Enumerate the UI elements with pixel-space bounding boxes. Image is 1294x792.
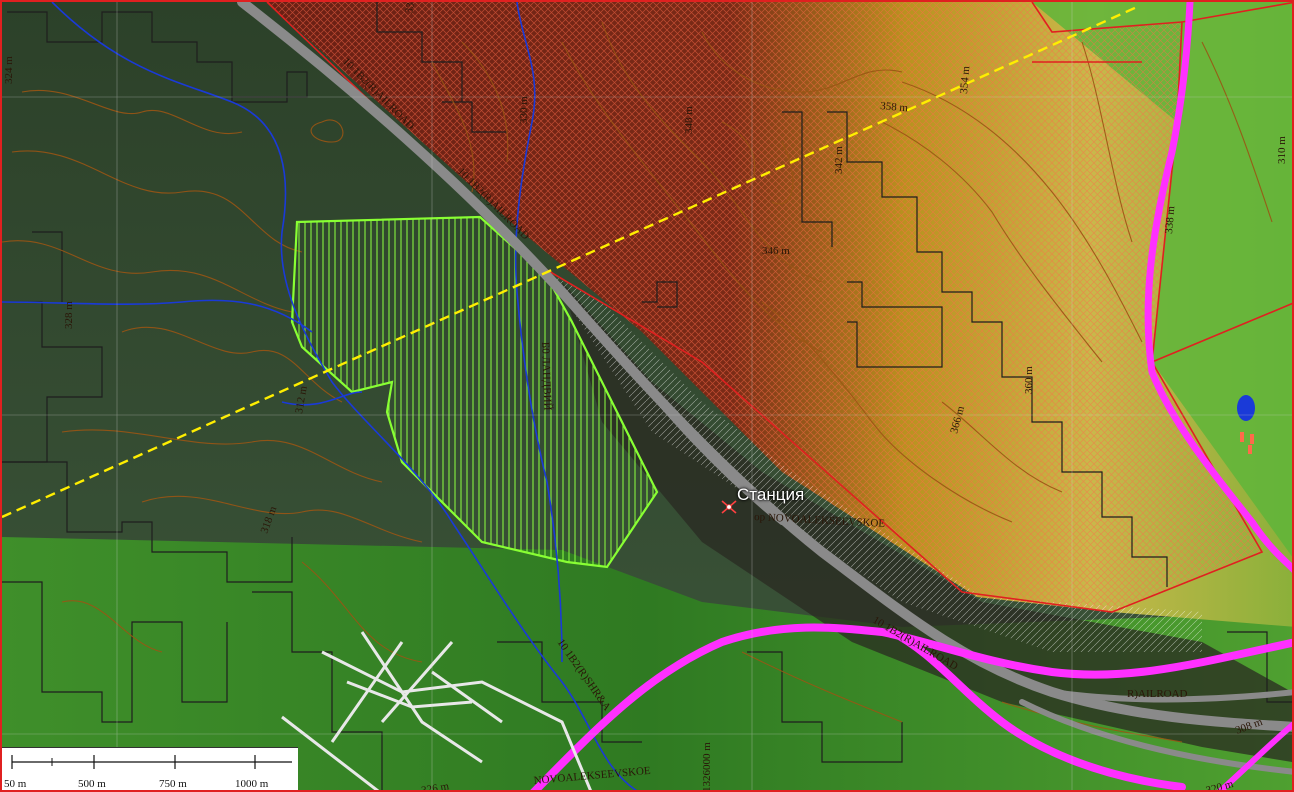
- pond: [1237, 395, 1255, 421]
- station-icon[interactable]: [720, 499, 738, 515]
- contour-elevation-label: 338 m: [1163, 205, 1177, 234]
- contour-elevation-label: 342 m: [833, 146, 845, 174]
- contour-elevation-label: 328 m: [63, 301, 75, 329]
- contour-elevation-label: 310 m: [1276, 136, 1288, 164]
- stream-label: Б0 ЛАНДВИЙ: [539, 342, 553, 411]
- scale-label: 500 m: [78, 778, 106, 790]
- scale-label: 1000 m: [235, 778, 269, 790]
- scale-label: 50 m: [4, 778, 27, 790]
- grid-coordinate-label: 1326000 m: [701, 742, 713, 792]
- contour-elevation-label: 330 m: [518, 96, 530, 124]
- contour-elevation-label: 360 m: [1023, 366, 1035, 394]
- map-layers: 308 m310 m312 m318 m320 m324 m326 m328 m…: [2, 2, 1292, 792]
- contour-elevation-label: 358 m: [880, 100, 909, 114]
- contour-elevation-label: 324 m: [3, 56, 15, 84]
- scale-label: 750 m: [159, 778, 187, 790]
- scale-bar: 50 m 500 m 750 m 1000 m: [2, 747, 298, 790]
- map-canvas[interactable]: 308 m 310 m 312 m 318 m 320 m 324 m 326 m 328 m…: [0, 0, 1294, 792]
- station-label[interactable]: Станция: [737, 485, 804, 505]
- railroad-label: R)AILROAD: [1127, 688, 1188, 700]
- contour-elevation-label: 348 m: [683, 106, 695, 134]
- contour-elevation-label: 354 m: [958, 65, 972, 94]
- scale-bar-ruler: [11, 755, 292, 769]
- contour-elevation-label: 346 m: [762, 245, 790, 257]
